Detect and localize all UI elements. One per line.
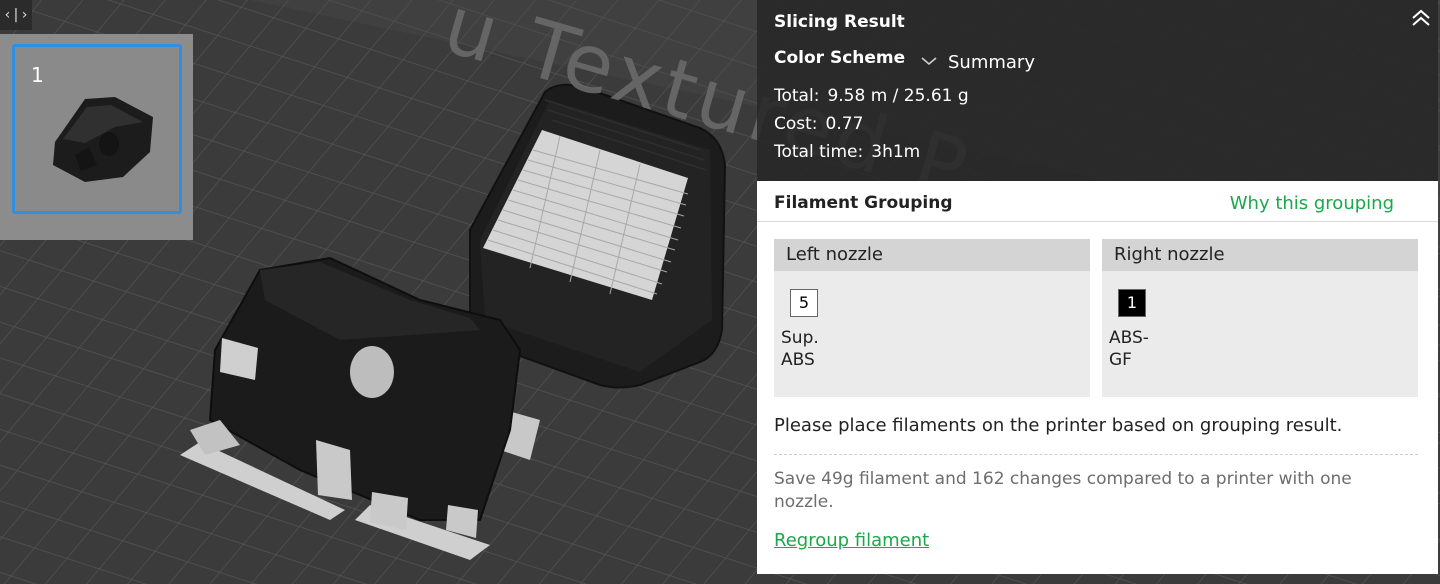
cost-stat: Cost: 0.77 xyxy=(774,114,863,134)
why-this-grouping-link[interactable]: Why this grouping xyxy=(1230,193,1394,214)
cost-value: 0.77 xyxy=(825,114,864,134)
right-nozzle-box: Right nozzle xyxy=(1102,239,1418,397)
chevron-down-icon xyxy=(921,57,937,66)
left-nozzle-label: Left nozzle xyxy=(786,244,883,265)
plate-thumbnail-panel: 1 xyxy=(0,34,193,240)
filament-grouping-panel: Filament Grouping Why this grouping Left… xyxy=(757,181,1438,574)
left-filament-chip[interactable]: 5 xyxy=(790,289,818,317)
plate-thumbnail-preview xyxy=(53,97,153,182)
total-value: 9.58 m / 25.61 g xyxy=(827,86,969,106)
cost-label: Cost: xyxy=(774,114,818,134)
left-filament-name: Sup. ABS xyxy=(781,328,819,370)
filament-grouping-header: Filament Grouping Why this grouping xyxy=(757,181,1438,222)
right-filament-chip[interactable]: 1 xyxy=(1118,289,1146,317)
time-value: 3h1m xyxy=(871,142,921,162)
filament-grouping-title: Filament Grouping xyxy=(774,193,953,213)
plate-thumbnail-1[interactable]: 1 xyxy=(12,44,182,214)
total-stat: Total: 9.58 m / 25.61 g xyxy=(774,86,969,106)
regroup-filament-link[interactable]: Regroup filament xyxy=(774,530,929,551)
placement-message: Please place filaments on the printer ba… xyxy=(774,415,1343,436)
left-nozzle-header: Left nozzle xyxy=(774,239,1090,271)
left-nozzle-box: Left nozzle xyxy=(774,239,1090,397)
slicing-result-title: Slicing Result xyxy=(774,12,905,32)
color-scheme-value: Summary xyxy=(948,52,1035,73)
time-stat: Total time: 3h1m xyxy=(774,142,920,162)
right-filament-name: ABS-GF xyxy=(1109,328,1149,370)
total-label: Total: xyxy=(774,86,820,106)
color-scheme-dropdown[interactable]: Summary xyxy=(912,46,1208,78)
time-label: Total time: xyxy=(774,142,864,162)
right-nozzle-label: Right nozzle xyxy=(1114,244,1225,265)
slicing-result-panel: Slicing Result Color Scheme Summary Tota… xyxy=(757,0,1438,181)
collapse-sidebar-button[interactable]: ‹|› xyxy=(0,0,32,30)
color-scheme-label: Color Scheme xyxy=(774,48,906,68)
savings-message: Save 49g filament and 162 changes compar… xyxy=(774,469,1352,512)
divider xyxy=(774,454,1418,455)
collapse-up-icon[interactable] xyxy=(1410,8,1432,28)
right-nozzle-header: Right nozzle xyxy=(1102,239,1418,271)
